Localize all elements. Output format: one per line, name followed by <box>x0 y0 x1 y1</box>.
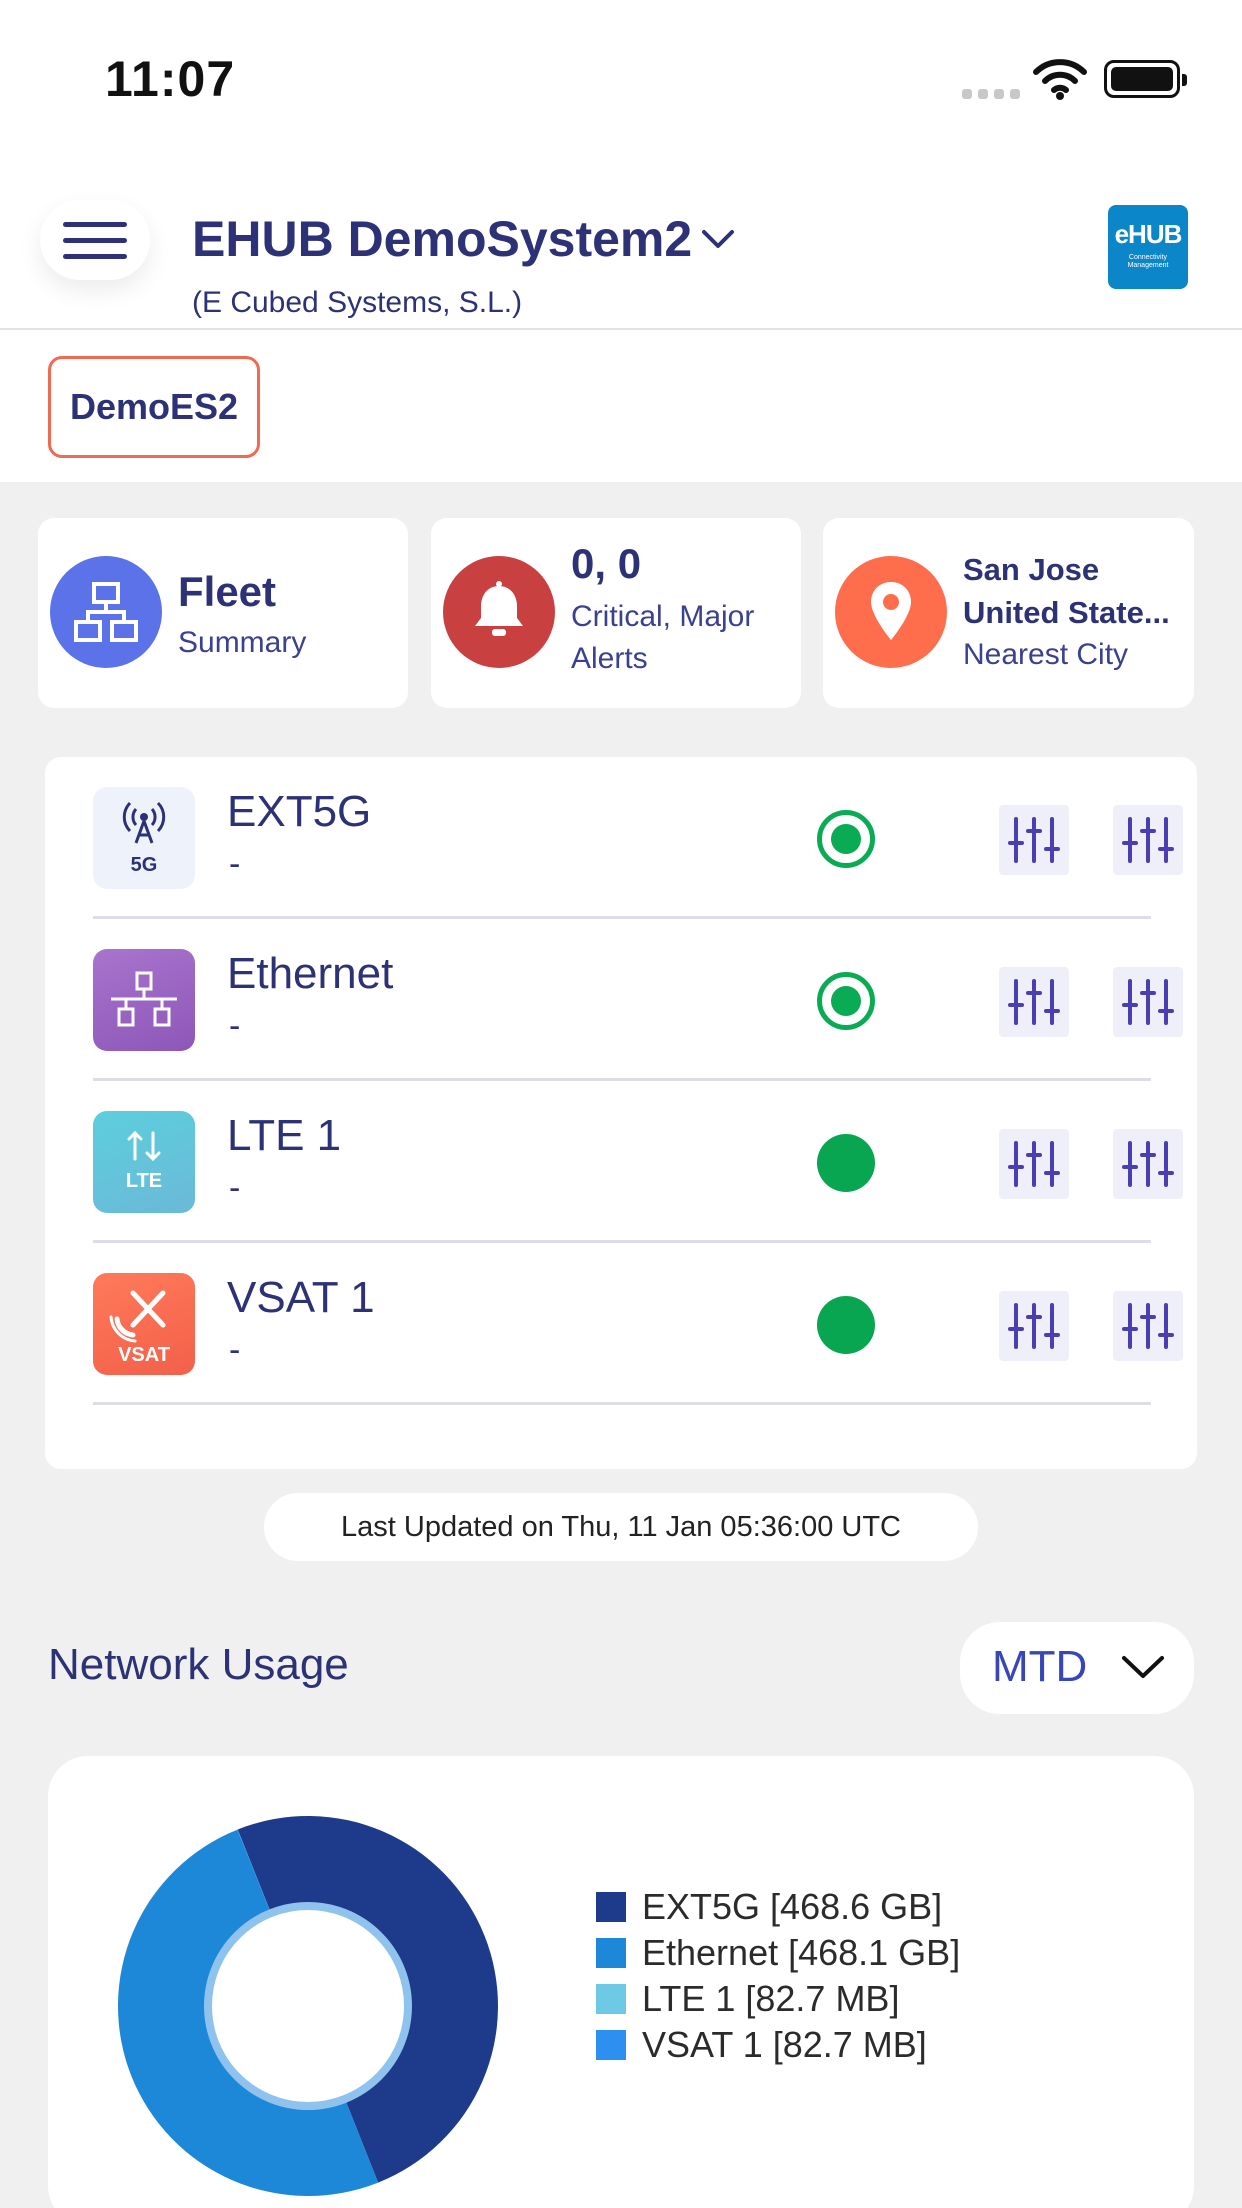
antenna-5g-icon: 5G <box>93 787 195 889</box>
legend-item: VSAT 1 [82.7 MB] <box>596 2024 960 2070</box>
alerts-card[interactable]: 0, 0 Critical, Major Alerts <box>431 518 801 708</box>
location-pin-icon <box>835 556 947 668</box>
legend-swatch <box>596 1938 626 1968</box>
legend-item: LTE 1 [82.7 MB] <box>596 1978 960 2024</box>
alerts-label-line1: Critical, Major <box>571 600 755 633</box>
legend-label: LTE 1 [82.7 MB] <box>642 1978 900 2019</box>
interface-value: - <box>229 1331 241 1369</box>
status-online-icon <box>817 810 875 868</box>
interface-value: - <box>229 1007 241 1045</box>
sliders-settings-icon[interactable] <box>999 967 1069 1037</box>
chevron-down-icon[interactable] <box>700 226 736 252</box>
interface-row-ethernet[interactable]: Ethernet - <box>93 919 1183 1081</box>
hamburger-menu-button[interactable] <box>40 200 150 280</box>
period-value: MTD <box>992 1642 1088 1691</box>
app-header: EHUB DemoSystem2 (E Cubed Systems, S.L.)… <box>0 160 1242 330</box>
cellular-signal-icon <box>962 86 1026 104</box>
sliders-settings-icon[interactable] <box>1113 805 1183 875</box>
interface-name: LTE 1 <box>227 1111 342 1160</box>
legend-label: VSAT 1 [82.7 MB] <box>642 2024 927 2065</box>
country-name: United State... <box>963 595 1170 630</box>
interface-value: - <box>229 845 241 883</box>
svg-text:LTE: LTE <box>126 1170 162 1192</box>
vsat-satellite-icon: VSAT <box>93 1273 195 1375</box>
ethernet-network-icon <box>93 949 195 1051</box>
chevron-down-icon <box>1122 1656 1164 1678</box>
status-time: 11:07 <box>105 51 236 107</box>
sliders-settings-icon[interactable] <box>999 1129 1069 1199</box>
interface-row-ext5g[interactable]: 5G EXT5G - <box>93 757 1183 919</box>
fleet-title: Fleet <box>178 568 277 615</box>
nearest-city-label: Nearest City <box>963 638 1129 671</box>
fleet-subtitle: Summary <box>178 626 307 659</box>
interface-row-lte1[interactable]: LTE LTE 1 - <box>93 1081 1183 1243</box>
status-dot-icon <box>817 1134 875 1192</box>
interface-name: EXT5G <box>227 787 372 836</box>
interface-value: - <box>229 1169 241 1207</box>
legend-label: EXT5G [468.6 GB] <box>642 1886 943 1927</box>
city-name: San Jose <box>963 552 1100 587</box>
interface-row-vsat1[interactable]: VSAT VSAT 1 - <box>93 1243 1183 1405</box>
sliders-settings-icon[interactable] <box>1113 1129 1183 1199</box>
status-bar: 11:07 <box>0 0 1242 160</box>
status-dot-icon <box>817 1296 875 1354</box>
legend-swatch <box>596 1892 626 1922</box>
network-usage-title: Network Usage <box>48 1640 349 1689</box>
legend-item: EXT5G [468.6 GB] <box>596 1886 960 1932</box>
site-tab-bar: DemoES2 <box>0 330 1242 482</box>
usage-donut-chart <box>117 1816 498 2197</box>
chart-legend: EXT5G [468.6 GB] Ethernet [468.1 GB] LTE 1… <box>596 1886 960 2070</box>
system-selector[interactable]: EHUB DemoSystem2 <box>192 210 692 268</box>
sliders-settings-icon[interactable] <box>1113 1291 1183 1361</box>
lte-icon: LTE <box>93 1111 195 1213</box>
interface-name: Ethernet <box>227 949 394 998</box>
fleet-summary-card[interactable]: Fleet Summary <box>38 518 408 708</box>
legend-swatch <box>596 1984 626 2014</box>
network-usage-chart-card: EXT5G [468.6 GB] Ethernet [468.1 GB] LTE 1… <box>48 1756 1194 2208</box>
wifi-icon <box>1033 59 1087 100</box>
site-tab-demoes2[interactable]: DemoES2 <box>48 356 260 458</box>
status-online-icon <box>817 972 875 1030</box>
sliders-settings-icon[interactable] <box>999 805 1069 875</box>
legend-label: Ethernet [468.1 GB] <box>642 1932 961 1973</box>
battery-icon <box>1104 60 1187 98</box>
sliders-settings-icon[interactable] <box>1113 967 1183 1037</box>
sliders-settings-icon[interactable] <box>999 1291 1069 1361</box>
bell-icon <box>443 556 555 668</box>
nearest-city-card[interactable]: San Jose United State... Nearest City <box>823 518 1194 708</box>
legend-swatch <box>596 2030 626 2060</box>
legend-item: Ethernet [468.1 GB] <box>596 1932 960 1978</box>
last-updated-badge: Last Updated on Thu, 11 Jan 05:36:00 UTC <box>264 1493 978 1561</box>
svg-text:5G: 5G <box>131 854 158 876</box>
alerts-label-line2: Alerts <box>571 642 648 675</box>
interfaces-panel: 5G EXT5G - Ethernet - LTE LTE 1 - VSAT V… <box>45 757 1197 1469</box>
svg-text:VSAT: VSAT <box>118 1344 170 1366</box>
interface-name: VSAT 1 <box>227 1273 375 1322</box>
ehub-logo: eHUB Connectivity Management <box>1108 205 1188 289</box>
alerts-count: 0, 0 <box>571 540 642 587</box>
period-dropdown[interactable]: MTD <box>960 1622 1194 1714</box>
fleet-hierarchy-icon <box>50 556 162 668</box>
organization-name: (E Cubed Systems, S.L.) <box>192 286 523 319</box>
donut-hole <box>204 1902 412 2110</box>
